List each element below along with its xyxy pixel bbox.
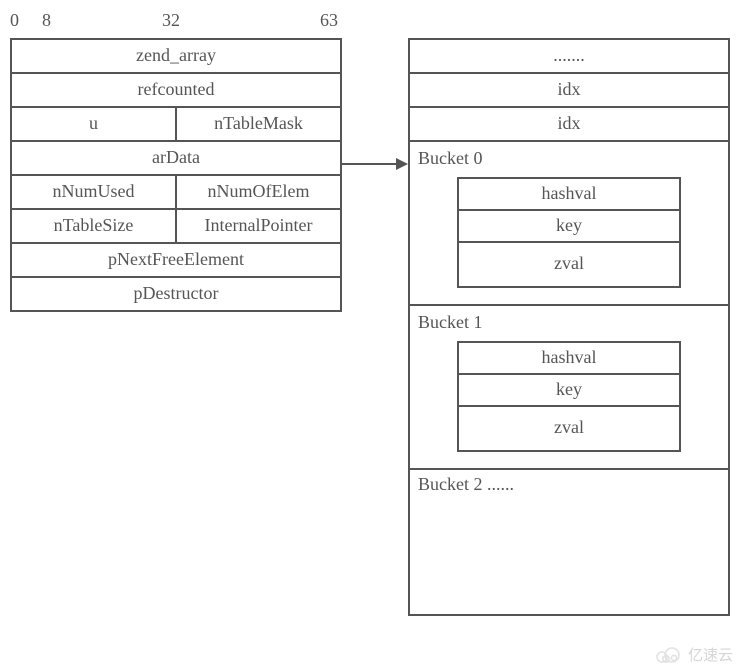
arrow-ardata-to-buckets [340, 154, 412, 174]
bucket-0-hashval: hashval [459, 179, 679, 211]
bucket-1-title: Bucket 1 [410, 310, 728, 341]
row-idx-0: idx [410, 74, 728, 108]
bucket-0-zval: zval [459, 243, 679, 288]
bit-label-63: 63 [320, 10, 338, 31]
row-idx-1: idx [410, 108, 728, 142]
bit-label-8: 8 [42, 10, 51, 31]
bucket-2-title: Bucket 2 ...... [418, 474, 514, 494]
cell-pnextfreeelement: pNextFreeElement [12, 244, 340, 276]
bucket-1-key: key [459, 375, 679, 407]
cell-u: u [12, 108, 175, 140]
cell-ntablesize: nTableSize [12, 210, 175, 242]
bucket-1-zval: zval [459, 407, 679, 452]
row-ntablesize-internalpointer: nTableSize InternalPointer [12, 210, 340, 244]
row-header-dots: ....... [410, 40, 728, 74]
bucket-0-title: Bucket 0 [410, 146, 728, 177]
cell-nnumofelem: nNumOfElem [175, 176, 340, 208]
row-pnextfreeelement: pNextFreeElement [12, 244, 340, 278]
row-zend-array: zend_array [12, 40, 340, 74]
cell-pdestructor: pDestructor [12, 278, 340, 310]
bit-label-0: 0 [10, 10, 19, 31]
watermark-text: 亿速云 [688, 644, 733, 665]
zend-array-struct: zend_array refcounted u nTableMask arDat… [10, 38, 342, 312]
bucket-array: ....... idx idx Bucket 0 hashval key zva… [408, 38, 730, 616]
row-nnumused-nnumofelem: nNumUsed nNumOfElem [12, 176, 340, 210]
cell-ntablemask: nTableMask [175, 108, 340, 140]
bucket-0: Bucket 0 hashval key zval [410, 142, 728, 306]
bucket-1-body: hashval key zval [457, 341, 681, 452]
row-u-ntablemask: u nTableMask [12, 108, 340, 142]
bit-label-32: 32 [162, 10, 180, 31]
bit-offset-labels: 0 8 32 63 [10, 10, 342, 34]
bucket-0-body: hashval key zval [457, 177, 681, 288]
cell-zend-array: zend_array [12, 40, 340, 72]
row-refcounted: refcounted [12, 74, 340, 108]
bucket-2-rest: Bucket 2 ...... [410, 470, 728, 616]
row-ardata: arData [12, 142, 340, 176]
cell-refcounted: refcounted [12, 74, 340, 106]
watermark: 亿速云 [652, 644, 733, 665]
bucket-0-key: key [459, 211, 679, 243]
row-pdestructor: pDestructor [12, 278, 340, 312]
bucket-1: Bucket 1 hashval key zval [410, 306, 728, 470]
cell-nnumused: nNumUsed [12, 176, 175, 208]
cell-ardata: arData [12, 142, 340, 174]
cell-internalpointer: InternalPointer [175, 210, 340, 242]
cloud-icon [652, 645, 684, 665]
bucket-1-hashval: hashval [459, 343, 679, 375]
